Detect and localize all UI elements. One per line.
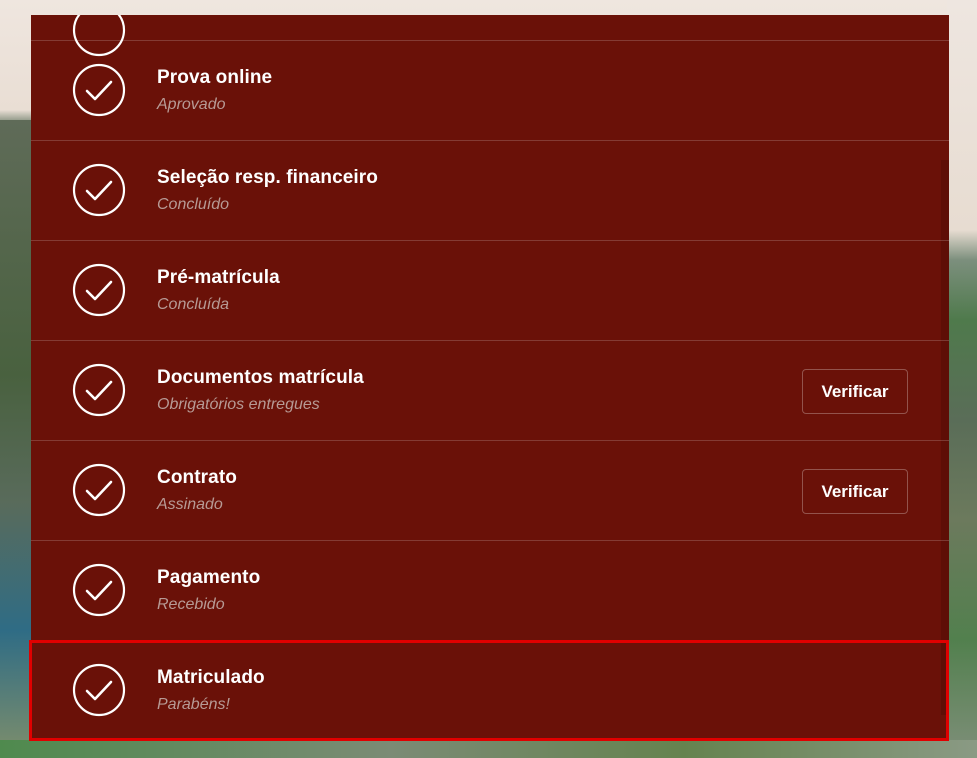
step-documentos-matricula: Documentos matrícula Obrigatórios entreg… bbox=[31, 340, 949, 440]
background-ground bbox=[0, 740, 977, 758]
step-contrato: Contrato Assinado Verificar bbox=[31, 440, 949, 540]
check-circle-icon bbox=[72, 463, 126, 517]
step-title: Prova online bbox=[157, 67, 273, 88]
step-title: Pagamento bbox=[157, 567, 261, 588]
step-status: Concluída bbox=[157, 296, 230, 313]
step-status: Concluído bbox=[157, 196, 230, 213]
step-matriculado: Matriculado Parabéns! bbox=[31, 640, 949, 740]
step-pagamento: Pagamento Recebido bbox=[31, 540, 949, 640]
check-circle-icon bbox=[72, 63, 126, 117]
background-trees-right bbox=[947, 0, 977, 758]
step-title: Seleção resp. financeiro bbox=[157, 167, 378, 188]
step-status: Obrigatórios entregues bbox=[157, 396, 320, 413]
check-circle-icon bbox=[72, 663, 126, 717]
enrollment-steps-panel[interactable]: Prova online Aprovado Seleção resp. fina… bbox=[31, 15, 949, 740]
check-circle-icon bbox=[72, 363, 126, 417]
check-circle-icon bbox=[72, 263, 126, 317]
check-circle-icon bbox=[72, 163, 126, 217]
step-title: Pré-matrícula bbox=[157, 267, 280, 288]
step-status: Assinado bbox=[157, 496, 223, 513]
step-title: Contrato bbox=[157, 467, 237, 488]
verify-documents-button[interactable]: Verificar bbox=[802, 369, 908, 414]
step-title: Matriculado bbox=[157, 667, 265, 688]
step-status: Parabéns! bbox=[157, 696, 230, 713]
step-prova-online: Prova online Aprovado bbox=[31, 40, 949, 140]
step-status: Aprovado bbox=[157, 96, 226, 113]
step-status: Recebido bbox=[157, 596, 225, 613]
step-pre-matricula: Pré-matrícula Concluída bbox=[31, 240, 949, 340]
step-selecao-resp-financeiro: Seleção resp. financeiro Concluído bbox=[31, 140, 949, 240]
step-title: Documentos matrícula bbox=[157, 367, 364, 388]
verify-contract-button[interactable]: Verificar bbox=[802, 469, 908, 514]
check-circle-icon bbox=[72, 563, 126, 617]
